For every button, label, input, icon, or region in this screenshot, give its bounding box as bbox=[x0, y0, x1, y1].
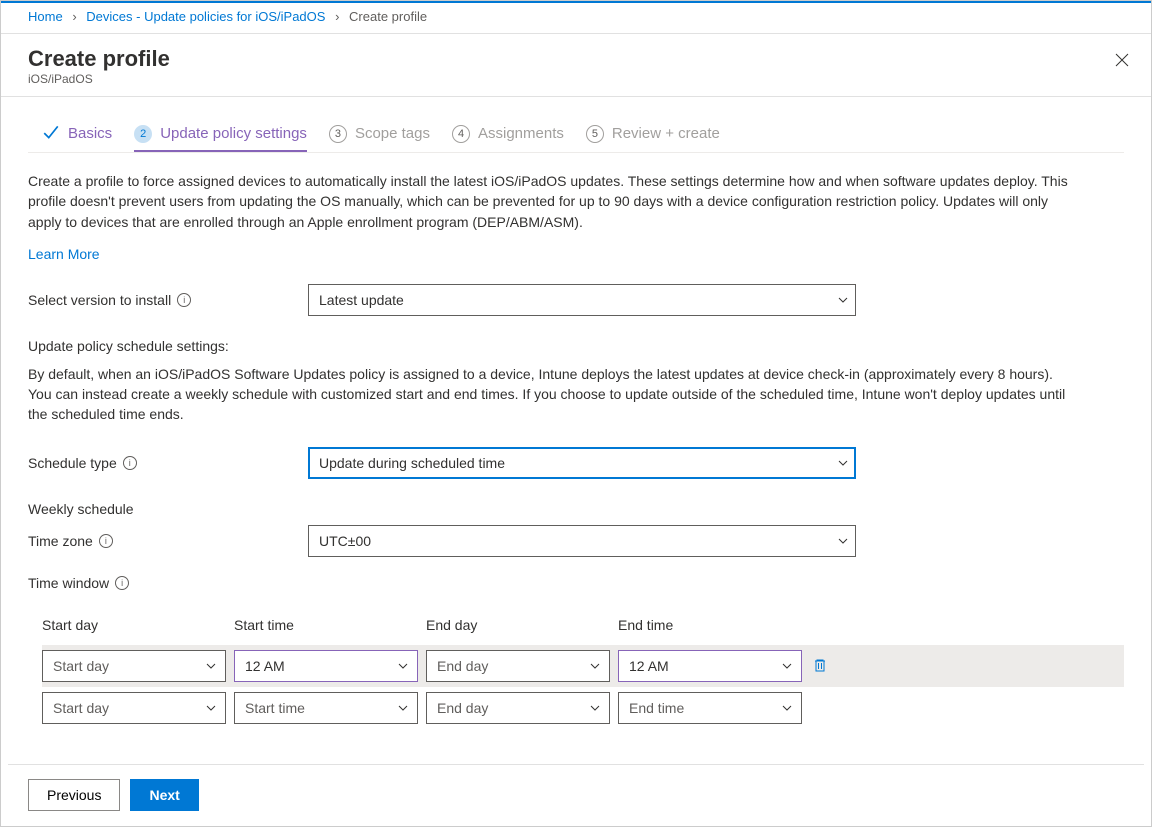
schedule-type-dropdown[interactable]: Update during scheduled time bbox=[308, 447, 856, 479]
tab-basics[interactable]: Basics bbox=[42, 123, 112, 152]
dropdown-value: 12 AM bbox=[245, 658, 285, 674]
info-icon[interactable]: i bbox=[115, 576, 129, 590]
time-zone-dropdown[interactable]: UTC±00 bbox=[308, 525, 856, 557]
dropdown-value: UTC±00 bbox=[319, 533, 371, 549]
previous-button[interactable]: Previous bbox=[28, 779, 120, 811]
schedule-settings-desc: By default, when an iOS/iPadOS Software … bbox=[28, 364, 1068, 425]
label-text: Select version to install bbox=[28, 292, 171, 308]
tab-review-create[interactable]: 5 Review + create bbox=[586, 125, 720, 151]
select-version-dropdown[interactable]: Latest update bbox=[308, 284, 856, 316]
col-start-day: Start day bbox=[42, 617, 234, 633]
start-day-dropdown[interactable]: Start day bbox=[42, 692, 226, 724]
end-day-dropdown[interactable]: End day bbox=[426, 650, 610, 682]
label-time-window: Time window i bbox=[28, 575, 308, 591]
trash-icon bbox=[812, 657, 828, 673]
dropdown-value: End day bbox=[437, 658, 488, 674]
tab-update-policy-settings[interactable]: 2 Update policy settings bbox=[134, 125, 307, 151]
info-icon[interactable]: i bbox=[177, 293, 191, 307]
weekly-schedule-heading: Weekly schedule bbox=[28, 501, 1124, 517]
breadcrumb: Home › Devices - Update policies for iOS… bbox=[0, 3, 1152, 34]
breadcrumb-devices[interactable]: Devices - Update policies for iOS/iPadOS bbox=[86, 9, 325, 24]
label-time-zone: Time zone i bbox=[28, 533, 308, 549]
close-button[interactable] bbox=[1114, 52, 1134, 72]
close-icon bbox=[1114, 52, 1130, 68]
chevron-down-icon bbox=[837, 294, 849, 306]
tab-label: Review + create bbox=[612, 125, 720, 142]
page-subtitle: iOS/iPadOS bbox=[28, 72, 1124, 86]
start-time-dropdown[interactable]: Start time bbox=[234, 692, 418, 724]
next-button[interactable]: Next bbox=[130, 779, 198, 811]
step-number-icon: 4 bbox=[452, 125, 470, 143]
table-row: Start day 12 AM End day 12 AM bbox=[42, 645, 1124, 687]
chevron-down-icon bbox=[781, 702, 793, 714]
end-time-dropdown[interactable]: End time bbox=[618, 692, 802, 724]
end-day-dropdown[interactable]: End day bbox=[426, 692, 610, 724]
tab-scope-tags[interactable]: 3 Scope tags bbox=[329, 125, 430, 151]
checkmark-icon bbox=[42, 123, 60, 144]
col-end-time: End time bbox=[618, 617, 810, 633]
step-number-icon: 3 bbox=[329, 125, 347, 143]
tab-label: Assignments bbox=[478, 125, 564, 142]
tab-label: Scope tags bbox=[355, 125, 430, 142]
learn-more-link[interactable]: Learn More bbox=[28, 246, 100, 262]
dropdown-value: Start day bbox=[53, 658, 109, 674]
time-window-table: Start day Start time End day End time St… bbox=[28, 617, 1124, 729]
table-row: Start day Start time End day End time bbox=[42, 687, 1124, 729]
label-text: Schedule type bbox=[28, 455, 117, 471]
end-time-dropdown[interactable]: 12 AM bbox=[618, 650, 802, 682]
label-schedule-type: Schedule type i bbox=[28, 455, 308, 471]
step-number-icon: 5 bbox=[586, 125, 604, 143]
description-text: Create a profile to force assigned devic… bbox=[28, 171, 1068, 232]
chevron-down-icon bbox=[837, 535, 849, 547]
col-end-day: End day bbox=[426, 617, 618, 633]
dropdown-value: Update during scheduled time bbox=[319, 455, 505, 471]
info-icon[interactable]: i bbox=[123, 456, 137, 470]
chevron-down-icon bbox=[589, 660, 601, 672]
col-start-time: Start time bbox=[234, 617, 426, 633]
chevron-down-icon bbox=[397, 660, 409, 672]
dropdown-value: Start day bbox=[53, 700, 109, 716]
info-icon[interactable]: i bbox=[99, 534, 113, 548]
start-time-dropdown[interactable]: 12 AM bbox=[234, 650, 418, 682]
label-text: Time window bbox=[28, 575, 109, 591]
tab-label: Basics bbox=[68, 125, 112, 142]
chevron-down-icon bbox=[205, 660, 217, 672]
chevron-right-icon: › bbox=[72, 9, 76, 24]
page-header: Create profile iOS/iPadOS bbox=[0, 34, 1152, 97]
start-day-dropdown[interactable]: Start day bbox=[42, 650, 226, 682]
tab-assignments[interactable]: 4 Assignments bbox=[452, 125, 564, 151]
dropdown-value: End time bbox=[629, 700, 684, 716]
page-title: Create profile bbox=[28, 46, 1124, 72]
dropdown-value: Start time bbox=[245, 700, 305, 716]
dropdown-value: Latest update bbox=[319, 292, 404, 308]
breadcrumb-current: Create profile bbox=[349, 9, 427, 24]
dropdown-value: 12 AM bbox=[629, 658, 669, 674]
delete-row-button[interactable] bbox=[812, 657, 830, 675]
chevron-right-icon: › bbox=[335, 9, 339, 24]
breadcrumb-home[interactable]: Home bbox=[28, 9, 63, 24]
step-number-icon: 2 bbox=[134, 125, 152, 143]
footer-divider bbox=[8, 764, 1144, 765]
chevron-down-icon bbox=[589, 702, 601, 714]
tab-label: Update policy settings bbox=[160, 125, 307, 142]
chevron-down-icon bbox=[205, 702, 217, 714]
schedule-settings-heading: Update policy schedule settings: bbox=[28, 338, 1124, 354]
dropdown-value: End day bbox=[437, 700, 488, 716]
chevron-down-icon bbox=[837, 457, 849, 469]
chevron-down-icon bbox=[781, 660, 793, 672]
label-text: Time zone bbox=[28, 533, 93, 549]
chevron-down-icon bbox=[397, 702, 409, 714]
wizard-tabs: Basics 2 Update policy settings 3 Scope … bbox=[28, 97, 1124, 153]
label-select-version: Select version to install i bbox=[28, 292, 308, 308]
